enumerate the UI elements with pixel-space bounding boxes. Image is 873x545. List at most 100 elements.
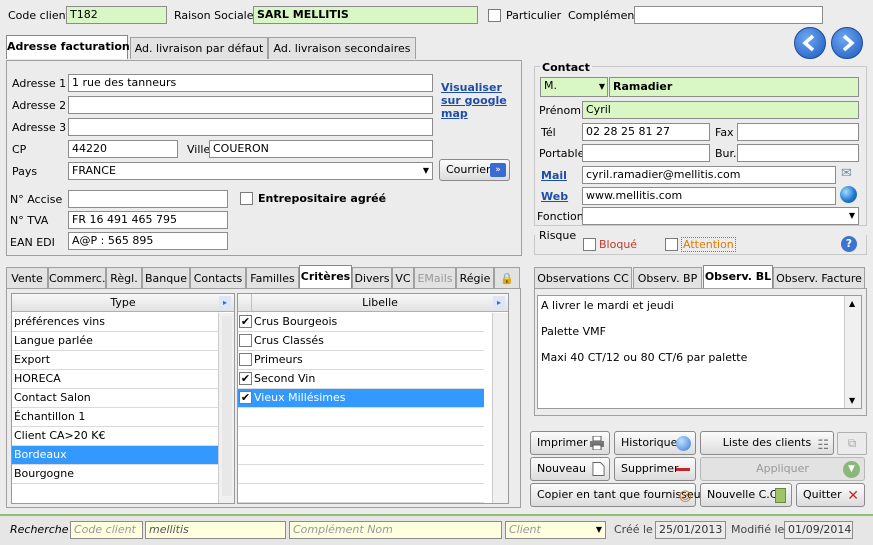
empty-row[interactable] — [238, 446, 484, 465]
supprimer-button[interactable]: Supprimer — [614, 457, 696, 481]
tab-observ-facture[interactable]: Observ. Facture — [773, 267, 865, 289]
help-icon[interactable]: ? — [841, 236, 857, 252]
nom-field[interactable]: Ramadier — [609, 77, 859, 97]
copier-fournisseur-button[interactable]: Copier en tant que fournisseur ☺ — [530, 483, 705, 507]
tab-criteres[interactable]: Critères — [299, 265, 352, 289]
tab-vc[interactable]: VC — [392, 267, 414, 289]
fax-field[interactable] — [737, 123, 859, 141]
next-record-button[interactable] — [831, 27, 863, 59]
tab-observ-bp[interactable]: Observ. BP — [633, 267, 702, 289]
tel-field[interactable]: 02 28 25 81 27 — [582, 123, 710, 141]
libelle-row[interactable]: ✔ Vieux Millésimes — [238, 389, 484, 408]
list-item[interactable]: préférences vins — [12, 313, 218, 332]
libelle-row[interactable]: Crus Classés — [238, 332, 484, 351]
type-header[interactable]: Type — [12, 294, 234, 312]
search-complement-input[interactable]: Complément Nom — [289, 521, 502, 539]
libelle-row[interactable]: ✔ Crus Bourgeois — [238, 313, 484, 332]
list-item[interactable]: Client CA>20 K€ — [12, 427, 218, 446]
tab-banque[interactable]: Banque — [142, 267, 190, 289]
attention-checkbox[interactable] — [665, 238, 678, 251]
empty-row[interactable] — [238, 408, 484, 427]
search-code-client-input[interactable]: Code client — [70, 521, 143, 539]
bur-field[interactable] — [737, 144, 859, 162]
export-button[interactable]: ⧉ — [837, 432, 867, 455]
column-chooser-icon[interactable]: ▸ — [493, 296, 505, 309]
scroll-up-icon[interactable]: ▲ — [849, 299, 855, 308]
search-nom-input[interactable]: mellitis — [145, 521, 286, 539]
fonction-select[interactable]: ▼ — [582, 207, 859, 225]
send-mail-icon[interactable]: ✉ — [841, 166, 857, 182]
prenom-field[interactable]: Cyril — [582, 101, 859, 119]
tab-emails[interactable]: EMails — [414, 267, 456, 289]
libelle-row[interactable]: ✔ Second Vin — [238, 370, 484, 389]
nouveau-button[interactable]: Nouveau — [530, 457, 610, 481]
portable-field[interactable] — [582, 144, 710, 162]
historique-button[interactable]: Historique — [614, 431, 696, 455]
libelle-checkbox[interactable] — [239, 353, 252, 366]
tab-observ-bl[interactable]: Observ. BL — [703, 265, 773, 289]
google-map-link[interactable]: Visualiser sur google map — [441, 81, 513, 120]
libelle-checkbox[interactable]: ✔ — [239, 391, 252, 404]
tab-observations-cc[interactable]: Observations CC — [534, 267, 632, 289]
nouvelle-cc-button[interactable]: Nouvelle C.C. — [700, 483, 792, 507]
tab-regl[interactable]: Règl. — [106, 267, 142, 289]
tab-vente[interactable]: Vente — [6, 267, 48, 289]
civilite-select[interactable]: M. ▼ — [540, 77, 608, 97]
libelle-scrollbar[interactable] — [492, 313, 508, 503]
libelle-header[interactable]: Libelle — [252, 294, 508, 312]
tab-divers[interactable]: Divers — [352, 267, 392, 289]
tab-contacts[interactable]: Contacts — [190, 267, 246, 289]
list-item[interactable]: Bourgogne — [12, 465, 218, 484]
adresse3-field[interactable] — [68, 118, 433, 136]
mail-link[interactable]: Mail — [541, 169, 567, 182]
tab-livraison-secondaires[interactable]: Ad. livraison secondaires — [268, 37, 416, 59]
web-link[interactable]: Web — [541, 190, 568, 203]
pays-select[interactable]: FRANCE ▼ — [68, 162, 433, 180]
scroll-down-icon[interactable]: ▼ — [849, 396, 855, 405]
cp-field[interactable]: 44220 — [68, 140, 178, 158]
tab-familles[interactable]: Familles — [246, 267, 299, 289]
search-client-select[interactable]: Client ▼ — [505, 521, 606, 539]
list-item-selected[interactable]: Bordeaux — [12, 446, 218, 465]
liste-clients-button[interactable]: Liste des clients ☷ — [700, 431, 834, 455]
tab-adresse-facturation[interactable]: Adresse facturation — [6, 35, 130, 59]
bloque-checkbox[interactable] — [583, 238, 596, 251]
adresse1-field[interactable]: 1 rue des tanneurs — [68, 74, 433, 92]
tab-commerc[interactable]: Commerc. — [48, 267, 106, 289]
particulier-checkbox[interactable] — [488, 9, 501, 22]
code-client-field[interactable]: T182 — [66, 6, 167, 24]
accise-field[interactable] — [68, 190, 228, 208]
empty-row[interactable] — [238, 484, 484, 503]
globe-icon[interactable] — [840, 186, 857, 203]
complement-field[interactable] — [634, 6, 823, 24]
entrepositaire-checkbox[interactable] — [240, 192, 253, 205]
imprimer-button[interactable]: Imprimer — [530, 431, 610, 455]
column-chooser-icon[interactable]: ▸ — [219, 296, 231, 309]
mail-field[interactable]: cyril.ramadier@mellitis.com — [582, 166, 836, 184]
libelle-row[interactable]: Primeurs — [238, 351, 484, 370]
previous-record-button[interactable] — [794, 27, 826, 59]
web-field[interactable]: www.mellitis.com — [582, 187, 836, 205]
list-item[interactable]: Contact Salon — [12, 389, 218, 408]
list-item[interactable]: Export — [12, 351, 218, 370]
tab-lock[interactable]: 🔒 — [494, 267, 520, 289]
scrollbar-track[interactable] — [222, 316, 232, 496]
libelle-checkbox[interactable]: ✔ — [239, 372, 252, 385]
ville-field[interactable]: COUERON — [209, 140, 433, 158]
tva-field[interactable]: FR 16 491 465 795 — [68, 211, 228, 229]
empty-row[interactable] — [238, 465, 484, 484]
quitter-button[interactable]: Quitter ✕ — [796, 483, 865, 507]
courrier-button[interactable]: Courrier » — [439, 159, 510, 181]
libelle-checkbox[interactable] — [239, 334, 252, 347]
appliquer-button[interactable]: Appliquer ▼ — [700, 457, 865, 481]
empty-row[interactable] — [238, 427, 484, 446]
tab-livraison-defaut[interactable]: Ad. livraison par défaut — [130, 37, 268, 59]
observations-textarea[interactable]: A livrer le mardi et jeudi Palette VMF M… — [537, 295, 862, 409]
adresse2-field[interactable] — [68, 96, 433, 114]
type-scrollbar[interactable] — [218, 313, 234, 503]
list-item[interactable]: Échantillon 1 — [12, 408, 218, 427]
tab-regie[interactable]: Régie — [456, 267, 494, 289]
observations-scrollbar[interactable]: ▲ ▼ — [844, 296, 861, 408]
libelle-checkbox[interactable]: ✔ — [239, 315, 252, 328]
raison-sociale-field[interactable]: SARL MELLITIS — [253, 6, 478, 24]
